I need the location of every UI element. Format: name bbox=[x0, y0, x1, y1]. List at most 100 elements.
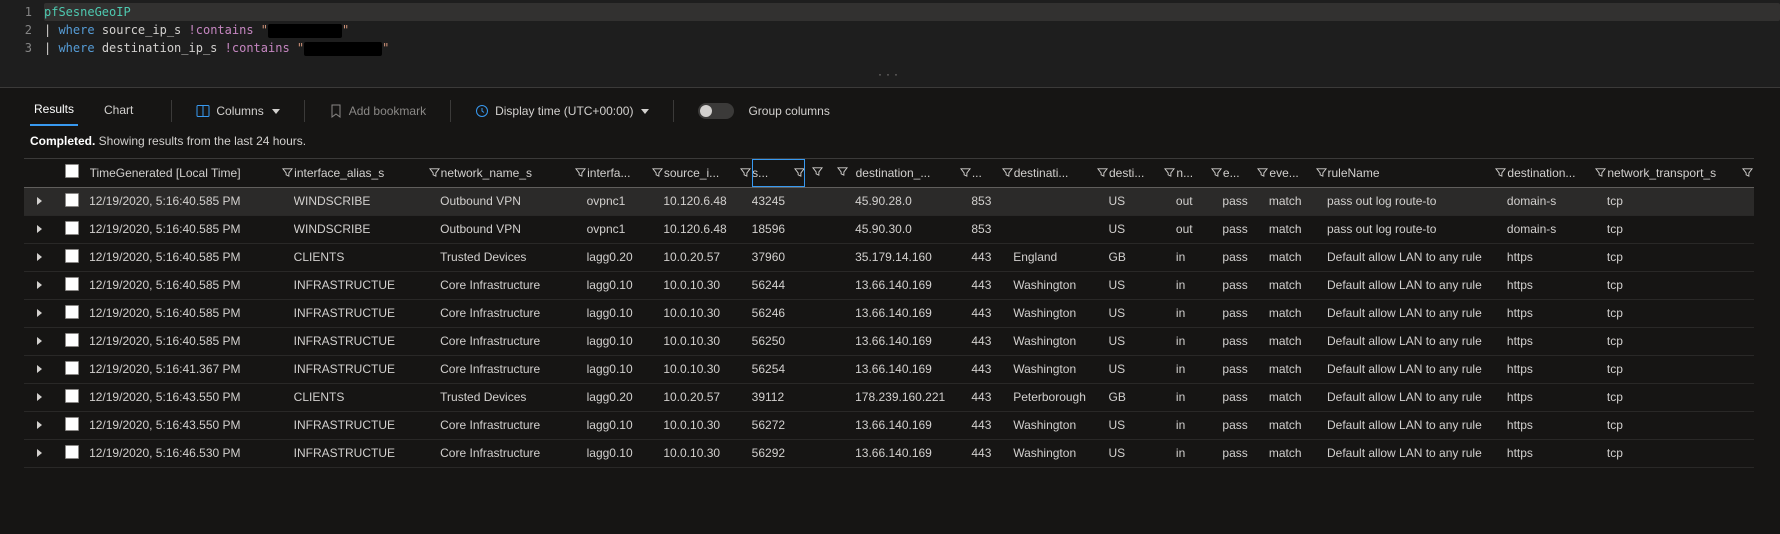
filter-icon[interactable] bbox=[794, 167, 805, 178]
filter-icon[interactable] bbox=[1164, 167, 1175, 178]
table-row[interactable]: 12/19/2020, 5:16:40.585 PMWINDSCRIBEOutb… bbox=[24, 187, 1754, 215]
query-editor[interactable]: 1pfSesneGeoIP2| where source_ip_s !conta… bbox=[0, 0, 1780, 88]
cell-iface: INFRASTRUCTUE bbox=[294, 355, 440, 383]
table-scroll[interactable]: TimeGenerated [Local Time]interface_alia… bbox=[24, 159, 1754, 468]
col-header-dstip[interactable]: destination_... bbox=[855, 159, 971, 187]
table-row[interactable]: 12/19/2020, 5:16:40.585 PMWINDSCRIBEOutb… bbox=[24, 215, 1754, 243]
table-row[interactable]: 12/19/2020, 5:16:40.585 PMCLIENTSTrusted… bbox=[24, 243, 1754, 271]
filter-icon[interactable] bbox=[740, 167, 751, 178]
col-header-f1[interactable] bbox=[805, 159, 829, 187]
toolbar-separator bbox=[171, 100, 172, 122]
group-columns-toggle[interactable]: Group columns bbox=[694, 99, 833, 123]
expand-row-icon[interactable] bbox=[37, 197, 42, 205]
filter-icon[interactable] bbox=[1257, 167, 1268, 178]
col-header-proto[interactable]: network_transport_s bbox=[1607, 159, 1754, 187]
row-checkbox[interactable] bbox=[65, 193, 79, 207]
expand-row-icon[interactable] bbox=[37, 225, 42, 233]
row-checkbox[interactable] bbox=[65, 277, 79, 291]
filter-icon[interactable] bbox=[1595, 167, 1606, 178]
tab-chart[interactable]: Chart bbox=[100, 97, 137, 125]
row-checkbox[interactable] bbox=[65, 305, 79, 319]
filter-icon[interactable] bbox=[652, 167, 663, 178]
filter-icon[interactable] bbox=[812, 166, 823, 177]
cell-region: England bbox=[1013, 243, 1108, 271]
cell-evt: match bbox=[1269, 187, 1327, 215]
expand-row-icon[interactable] bbox=[37, 421, 42, 429]
col-header-f2[interactable] bbox=[830, 159, 856, 187]
select-all-checkbox[interactable] bbox=[65, 164, 79, 178]
filter-icon[interactable] bbox=[837, 166, 848, 177]
editor-line-3[interactable]: | where destination_ip_s !contains "" bbox=[44, 39, 1780, 57]
filter-icon[interactable] bbox=[960, 167, 971, 178]
cell-rule: Default allow LAN to any rule bbox=[1327, 271, 1507, 299]
cell-srcip: 10.0.10.30 bbox=[663, 299, 751, 327]
cell-dir: in bbox=[1176, 243, 1222, 271]
expand-row-icon[interactable] bbox=[37, 309, 42, 317]
col-header-act[interactable]: e... bbox=[1222, 159, 1268, 187]
expand-row-icon[interactable] bbox=[37, 253, 42, 261]
cell-net: Core Infrastructure bbox=[440, 411, 586, 439]
expand-row-icon[interactable] bbox=[37, 337, 42, 345]
columns-icon bbox=[196, 104, 210, 118]
filter-icon[interactable] bbox=[1495, 167, 1506, 178]
cell-dstport: 443 bbox=[971, 355, 1013, 383]
table-row[interactable]: 12/19/2020, 5:16:43.550 PMINFRASTRUCTUEC… bbox=[24, 411, 1754, 439]
table-row[interactable]: 12/19/2020, 5:16:40.585 PMINFRASTRUCTUEC… bbox=[24, 271, 1754, 299]
cell-dir: in bbox=[1176, 271, 1222, 299]
expand-row-icon[interactable] bbox=[37, 449, 42, 457]
kql-workspace: 1pfSesneGeoIP2| where source_ip_s !conta… bbox=[0, 0, 1780, 534]
cell-proto: tcp bbox=[1607, 355, 1754, 383]
filter-icon[interactable] bbox=[282, 167, 293, 178]
filter-icon[interactable] bbox=[1097, 167, 1108, 178]
expand-row-icon[interactable] bbox=[37, 365, 42, 373]
col-header-srcport[interactable]: s... bbox=[752, 159, 805, 187]
filter-icon[interactable] bbox=[1742, 167, 1753, 178]
col-header-region[interactable]: destinati... bbox=[1013, 159, 1108, 187]
filter-icon[interactable] bbox=[1211, 167, 1222, 178]
col-header-srcip[interactable]: source_i... bbox=[663, 159, 751, 187]
row-checkbox[interactable] bbox=[65, 417, 79, 431]
cell-country: US bbox=[1109, 327, 1176, 355]
col-header-ifshort[interactable]: interfa... bbox=[587, 159, 664, 187]
col-header-iface[interactable]: interface_alias_s bbox=[294, 159, 440, 187]
cell-time: 12/19/2020, 5:16:46.530 PM bbox=[89, 439, 294, 467]
cell-rule: Default allow LAN to any rule bbox=[1327, 243, 1507, 271]
expand-row-icon[interactable] bbox=[37, 281, 42, 289]
col-header-exp[interactable] bbox=[24, 159, 54, 187]
table-row[interactable]: 12/19/2020, 5:16:41.367 PMINFRASTRUCTUEC… bbox=[24, 355, 1754, 383]
cell-act: pass bbox=[1222, 327, 1268, 355]
editor-line-2[interactable]: | where source_ip_s !contains "" bbox=[44, 21, 1780, 39]
expand-row-icon[interactable] bbox=[37, 393, 42, 401]
toggle-switch[interactable] bbox=[698, 103, 734, 119]
row-checkbox[interactable] bbox=[65, 249, 79, 263]
col-header-dir[interactable]: n... bbox=[1176, 159, 1222, 187]
row-checkbox[interactable] bbox=[65, 389, 79, 403]
col-header-evt[interactable]: eve... bbox=[1269, 159, 1327, 187]
table-row[interactable]: 12/19/2020, 5:16:43.550 PMCLIENTSTrusted… bbox=[24, 383, 1754, 411]
editor-line-1[interactable]: pfSesneGeoIP bbox=[44, 3, 1780, 21]
col-header-svc[interactable]: destination... bbox=[1507, 159, 1607, 187]
col-header-rule[interactable]: ruleName bbox=[1327, 159, 1507, 187]
cell-region: Washington bbox=[1013, 271, 1108, 299]
cell-srcport: 56292 bbox=[752, 439, 805, 467]
table-row[interactable]: 12/19/2020, 5:16:40.585 PMINFRASTRUCTUEC… bbox=[24, 327, 1754, 355]
tab-results[interactable]: Results bbox=[30, 96, 78, 126]
add-bookmark-label: Add bookmark bbox=[349, 104, 426, 118]
filter-icon[interactable] bbox=[575, 167, 586, 178]
row-checkbox[interactable] bbox=[65, 333, 79, 347]
display-time-button[interactable]: Display time (UTC+00:00) bbox=[471, 100, 653, 122]
col-header-time[interactable]: TimeGenerated [Local Time] bbox=[89, 159, 294, 187]
filter-icon[interactable] bbox=[1316, 167, 1327, 178]
col-header-country[interactable]: desti... bbox=[1109, 159, 1176, 187]
filter-icon[interactable] bbox=[1002, 167, 1013, 178]
columns-button[interactable]: Columns bbox=[192, 100, 283, 122]
filter-icon[interactable] bbox=[429, 167, 440, 178]
col-header-chk[interactable] bbox=[54, 159, 89, 187]
col-header-net[interactable]: network_name_s bbox=[440, 159, 586, 187]
row-checkbox[interactable] bbox=[65, 361, 79, 375]
row-checkbox[interactable] bbox=[65, 445, 79, 459]
table-row[interactable]: 12/19/2020, 5:16:46.530 PMINFRASTRUCTUEC… bbox=[24, 439, 1754, 467]
table-row[interactable]: 12/19/2020, 5:16:40.585 PMINFRASTRUCTUEC… bbox=[24, 299, 1754, 327]
row-checkbox[interactable] bbox=[65, 221, 79, 235]
col-header-dstport[interactable]: ... bbox=[971, 159, 1013, 187]
